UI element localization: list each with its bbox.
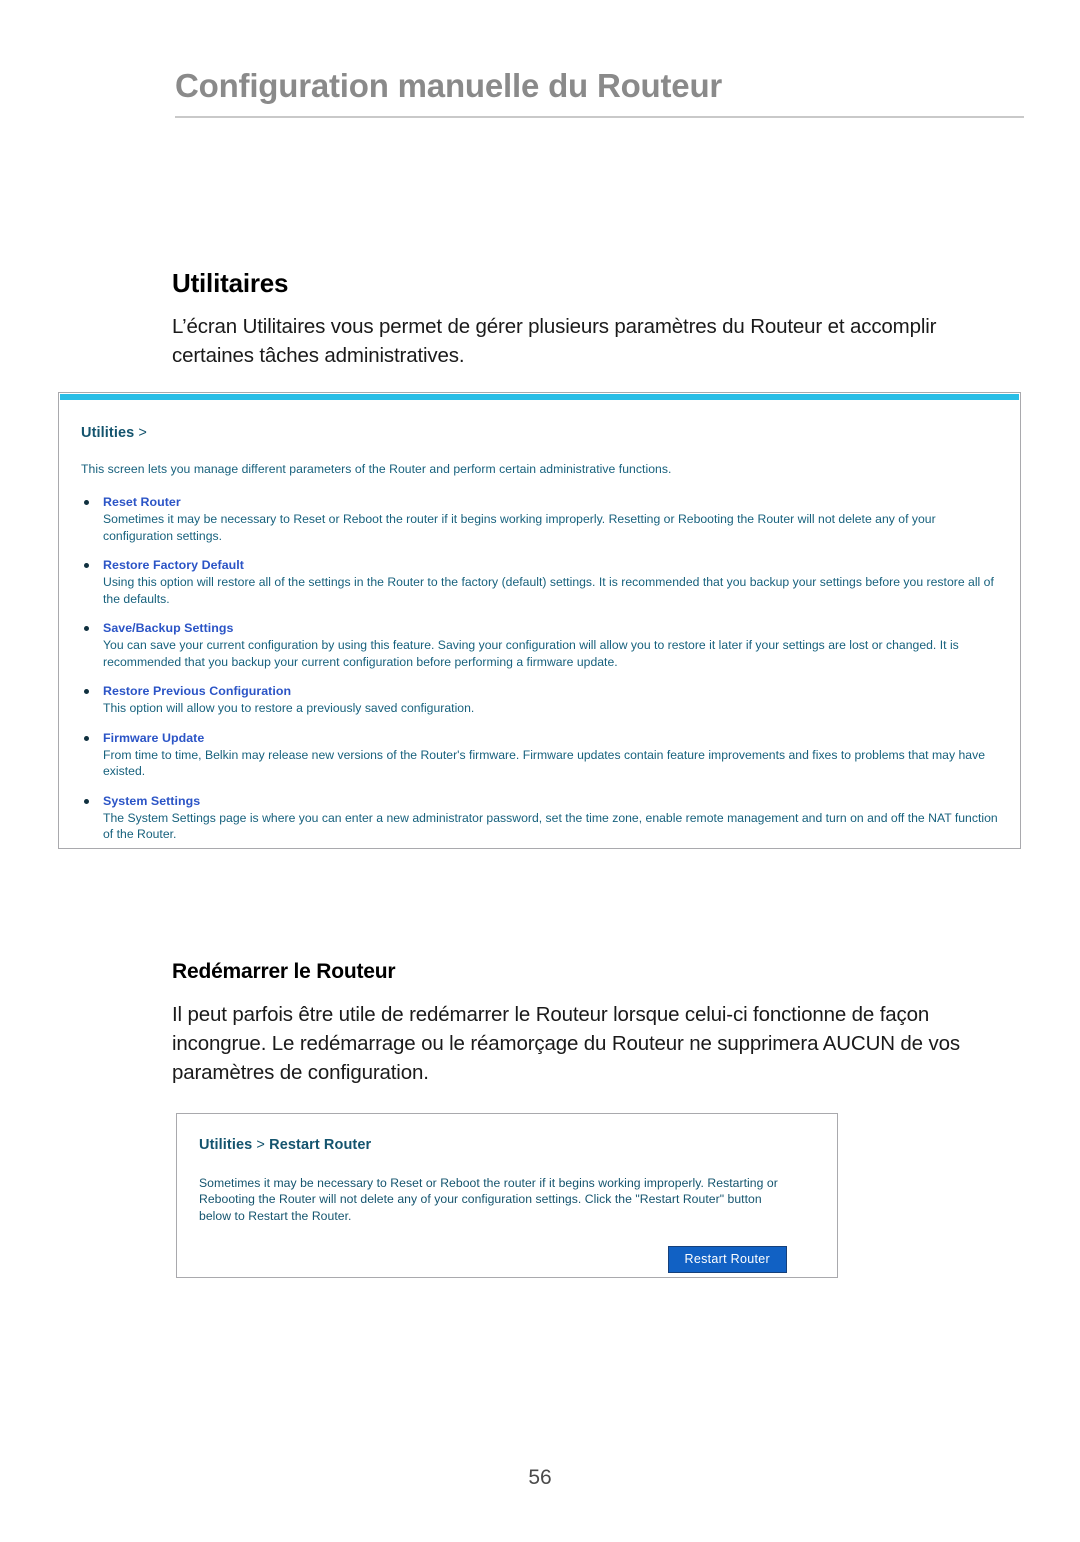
screenshot-restart-router-page: Utilities > Restart Router Sometimes it … [176,1113,838,1278]
button-row: Restart Router [199,1246,815,1274]
feature-description: Sometimes it may be necessary to Reset o… [103,512,936,543]
feature-heading[interactable]: Restore Previous Configuration [103,684,998,698]
page-header: Configuration manuelle du Routeur [175,67,1024,119]
bullet-icon [84,735,89,741]
breadcrumb-separator-icon: > [138,425,147,441]
breadcrumb-item-utilities[interactable]: Utilities [81,425,134,441]
feature-description: You can save your current configuration … [103,638,959,669]
feature-heading[interactable]: Restore Factory Default [103,558,998,572]
feature-description: From time to time, Belkin may release ne… [103,747,985,779]
feature-description: The System Settings page is where you ca… [103,810,998,842]
breadcrumb: Utilities > [81,400,998,441]
list-item[interactable]: Restore Factory Default Using this optio… [81,558,998,607]
list-item[interactable]: Restore Previous Configuration This opti… [81,684,998,716]
feature-heading[interactable]: Reset Router [103,495,998,509]
breadcrumb-item-restart-router: Restart Router [269,1137,372,1153]
panel-intro-text: This screen lets you manage different pa… [81,462,672,476]
breadcrumb-item-utilities[interactable]: Utilities [199,1137,252,1153]
list-item[interactable]: Reset Router Sometimes it may be necessa… [81,495,998,544]
panel-intro-text: Sometimes it may be necessary to Reset o… [199,1176,778,1223]
header-divider [175,116,1024,119]
bullet-icon [84,798,89,804]
section-paragraph-redemarrer: Il peut parfois être utile de redémarrer… [172,1003,960,1085]
screenshot-utilities-page: Utilities > This screen lets you manage … [58,392,1021,849]
section-paragraph-utilitaires: L’écran Utilitaires vous permet de gérer… [172,315,937,368]
section-heading-redemarrer: Redémarrer le Routeur [172,960,396,983]
breadcrumb-separator-icon: > [256,1137,265,1153]
bullet-icon [84,500,89,506]
list-item[interactable]: System Settings The System Settings page… [81,794,998,843]
list-item[interactable]: Save/Backup Settings You can save your c… [81,621,998,670]
restart-router-button[interactable]: Restart Router [667,1246,787,1274]
feature-heading[interactable]: System Settings [103,794,998,808]
bullet-icon [84,626,89,632]
bullet-icon [84,563,89,569]
feature-description: Using this option will restore all of th… [103,575,994,606]
breadcrumb: Utilities > Restart Router [199,1114,815,1153]
bullet-icon [84,689,89,695]
list-item[interactable]: Firmware Update From time to time, Belki… [81,731,998,780]
utilities-feature-list: Reset Router Sometimes it may be necessa… [81,495,998,842]
page-title: Configuration manuelle du Routeur [175,67,723,104]
feature-description: This option will allow you to restore a … [103,701,475,716]
feature-heading[interactable]: Save/Backup Settings [103,621,998,635]
feature-heading[interactable]: Firmware Update [103,731,998,745]
page-number: 56 [528,1466,552,1489]
section-heading-utilitaires: Utilitaires [172,268,289,298]
